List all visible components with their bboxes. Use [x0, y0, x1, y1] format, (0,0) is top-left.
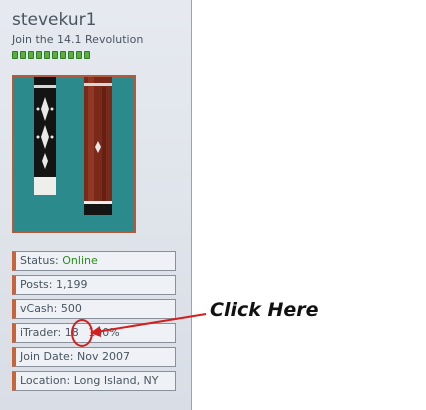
click-here-callout: Click Here — [210, 299, 319, 321]
annotation-arrow-icon — [90, 313, 207, 337]
